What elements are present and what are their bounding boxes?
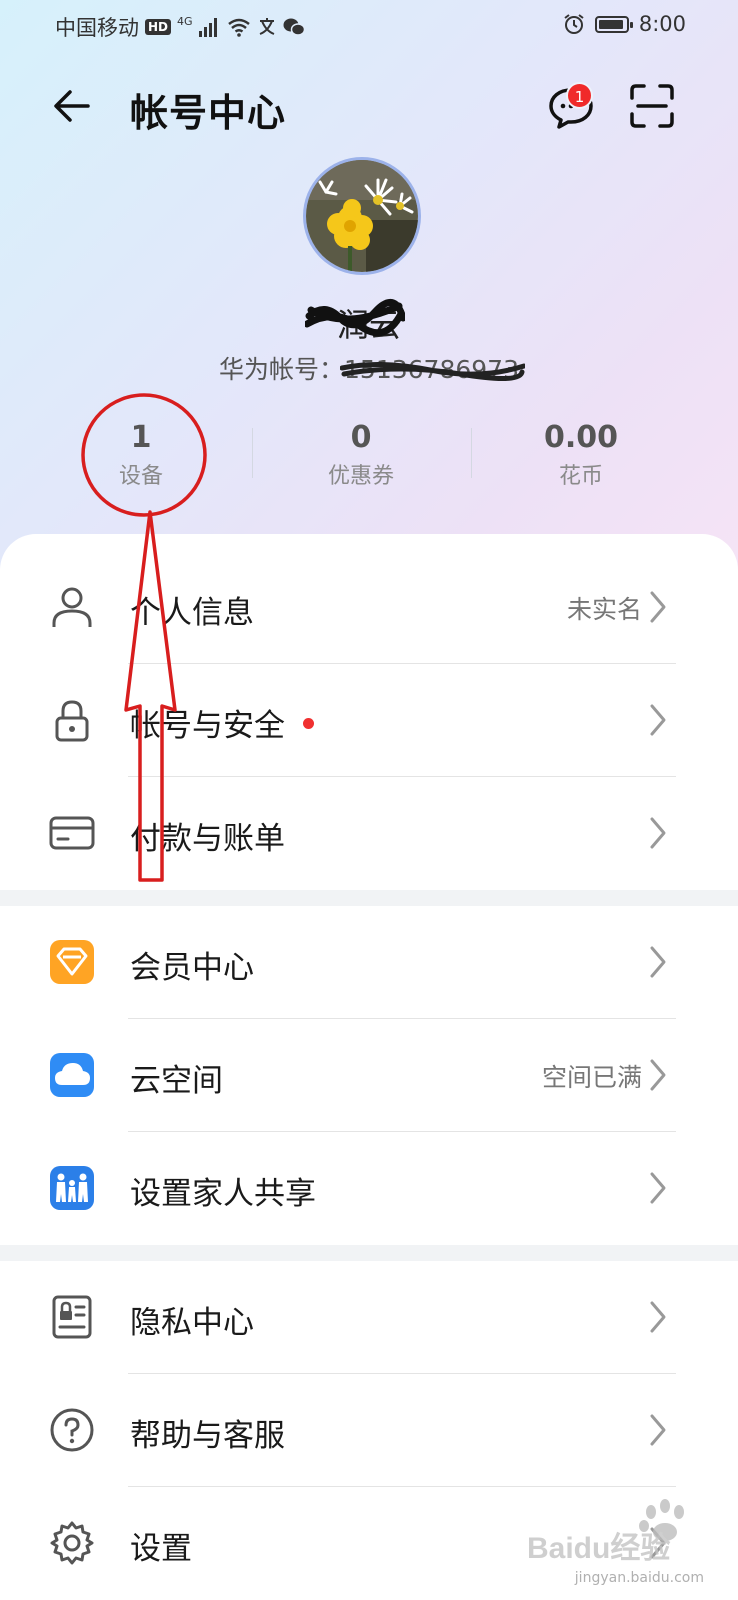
battery-level	[598, 19, 623, 29]
stat-value: 1	[130, 420, 152, 455]
card-icon	[49, 816, 95, 850]
network-type: 4G	[177, 14, 193, 28]
battery-icon	[594, 15, 633, 33]
scan-button[interactable]	[628, 82, 676, 130]
gear-icon	[50, 1521, 94, 1565]
menu-item-cloud-space[interactable]: 云空间 空间已满	[0, 1019, 738, 1132]
member-diamond-icon	[50, 940, 94, 984]
page-title: 帐号中心	[130, 91, 287, 135]
section-gap	[0, 890, 738, 906]
account-redaction-scribble	[340, 361, 525, 382]
cloud-icon	[50, 1053, 94, 1097]
menu-item-help-service[interactable]: 帮助与客服	[0, 1374, 738, 1487]
menu-item-value: 未实名	[566, 595, 642, 624]
avatar-flower-image	[306, 160, 418, 272]
stat-label: 设备	[118, 464, 163, 489]
family-icon	[50, 1166, 94, 1210]
chevron-right-icon	[650, 1059, 666, 1091]
chevron-right-icon	[650, 1301, 666, 1333]
translate-icon	[259, 18, 274, 35]
signal-icon	[198, 18, 217, 37]
menu-item-label: 会员中心	[130, 950, 254, 986]
stat-coupons[interactable]: 0 优惠券	[261, 420, 461, 490]
menu-card: 个人信息 未实名 帐号与安全 付款与账单 会员中心 云空间 空间已满 设置家人共…	[0, 534, 738, 1600]
stat-devices[interactable]: 1 设备	[41, 420, 241, 490]
notification-dot	[303, 718, 314, 729]
section-gap	[0, 1245, 738, 1261]
menu-item-label: 设置家人共享	[130, 1176, 316, 1212]
watermark-logo-text: Baidu经验	[527, 1531, 670, 1565]
lock-icon	[55, 700, 89, 742]
avatar[interactable]	[306, 160, 418, 272]
menu-item-label: 付款与账单	[130, 821, 285, 857]
scan-icon	[630, 84, 674, 128]
menu-item-label: 帐号与安全	[130, 700, 314, 745]
menu-item-label: 云空间	[130, 1063, 223, 1099]
menu-item-label: 隐私中心	[130, 1305, 254, 1341]
person-icon	[52, 587, 92, 627]
menu-item-label-text: 帐号与安全	[130, 708, 285, 744]
menu-item-label: 设置	[130, 1531, 192, 1567]
status-left: 中国移动 HD 4G	[55, 12, 305, 42]
menu-item-label: 个人信息	[130, 595, 254, 631]
alarm-icon	[564, 14, 584, 34]
menu-item-member-center[interactable]: 会员中心	[0, 906, 738, 1019]
menu-item-payment-billing[interactable]: 付款与账单	[0, 777, 738, 890]
wechat-icon	[283, 18, 305, 36]
message-count-badge: 1	[566, 82, 593, 109]
chevron-right-icon	[650, 817, 666, 849]
stat-label: 花币	[558, 464, 603, 489]
hd-badge: HD	[145, 19, 172, 35]
back-button[interactable]	[48, 82, 96, 130]
account-label: 华为帐号：	[219, 355, 345, 384]
help-icon	[50, 1408, 94, 1452]
chevron-right-icon	[650, 1414, 666, 1446]
menu-item-family-sharing[interactable]: 设置家人共享	[0, 1132, 738, 1245]
nickname-redaction-scribble	[305, 299, 405, 336]
stat-label: 优惠券	[327, 464, 394, 489]
carrier-name: 中国移动	[55, 16, 139, 40]
menu-item-personal-info[interactable]: 个人信息 未实名	[0, 551, 738, 664]
baidu-jingyan-watermark: Baidu经验	[527, 1499, 684, 1565]
privacy-icon	[52, 1295, 92, 1339]
watermark-url: jingyan.baidu.com	[574, 1570, 704, 1586]
menu-item-label: 帮助与客服	[130, 1418, 285, 1454]
status-bar: 中国移动 HD 4G 8:00	[0, 0, 738, 52]
chevron-right-icon	[650, 946, 666, 978]
wifi-icon	[227, 18, 250, 37]
chevron-right-icon	[650, 591, 666, 623]
chevron-right-icon	[650, 704, 666, 736]
stat-value: 0	[350, 420, 372, 455]
menu-item-value: 空间已满	[541, 1063, 642, 1092]
stat-huawei-coins[interactable]: 0.00 花币	[481, 420, 681, 490]
menu-item-privacy-center[interactable]: 隐私中心	[0, 1261, 738, 1374]
back-arrow-icon	[54, 90, 90, 122]
stat-divider	[471, 428, 472, 478]
status-right: 8:00	[563, 12, 686, 36]
menu-item-account-security[interactable]: 帐号与安全	[0, 664, 738, 777]
stat-value: 0.00	[543, 420, 619, 455]
clock: 8:00	[638, 12, 686, 36]
chevron-right-icon	[650, 1172, 666, 1204]
stat-divider	[252, 428, 253, 478]
